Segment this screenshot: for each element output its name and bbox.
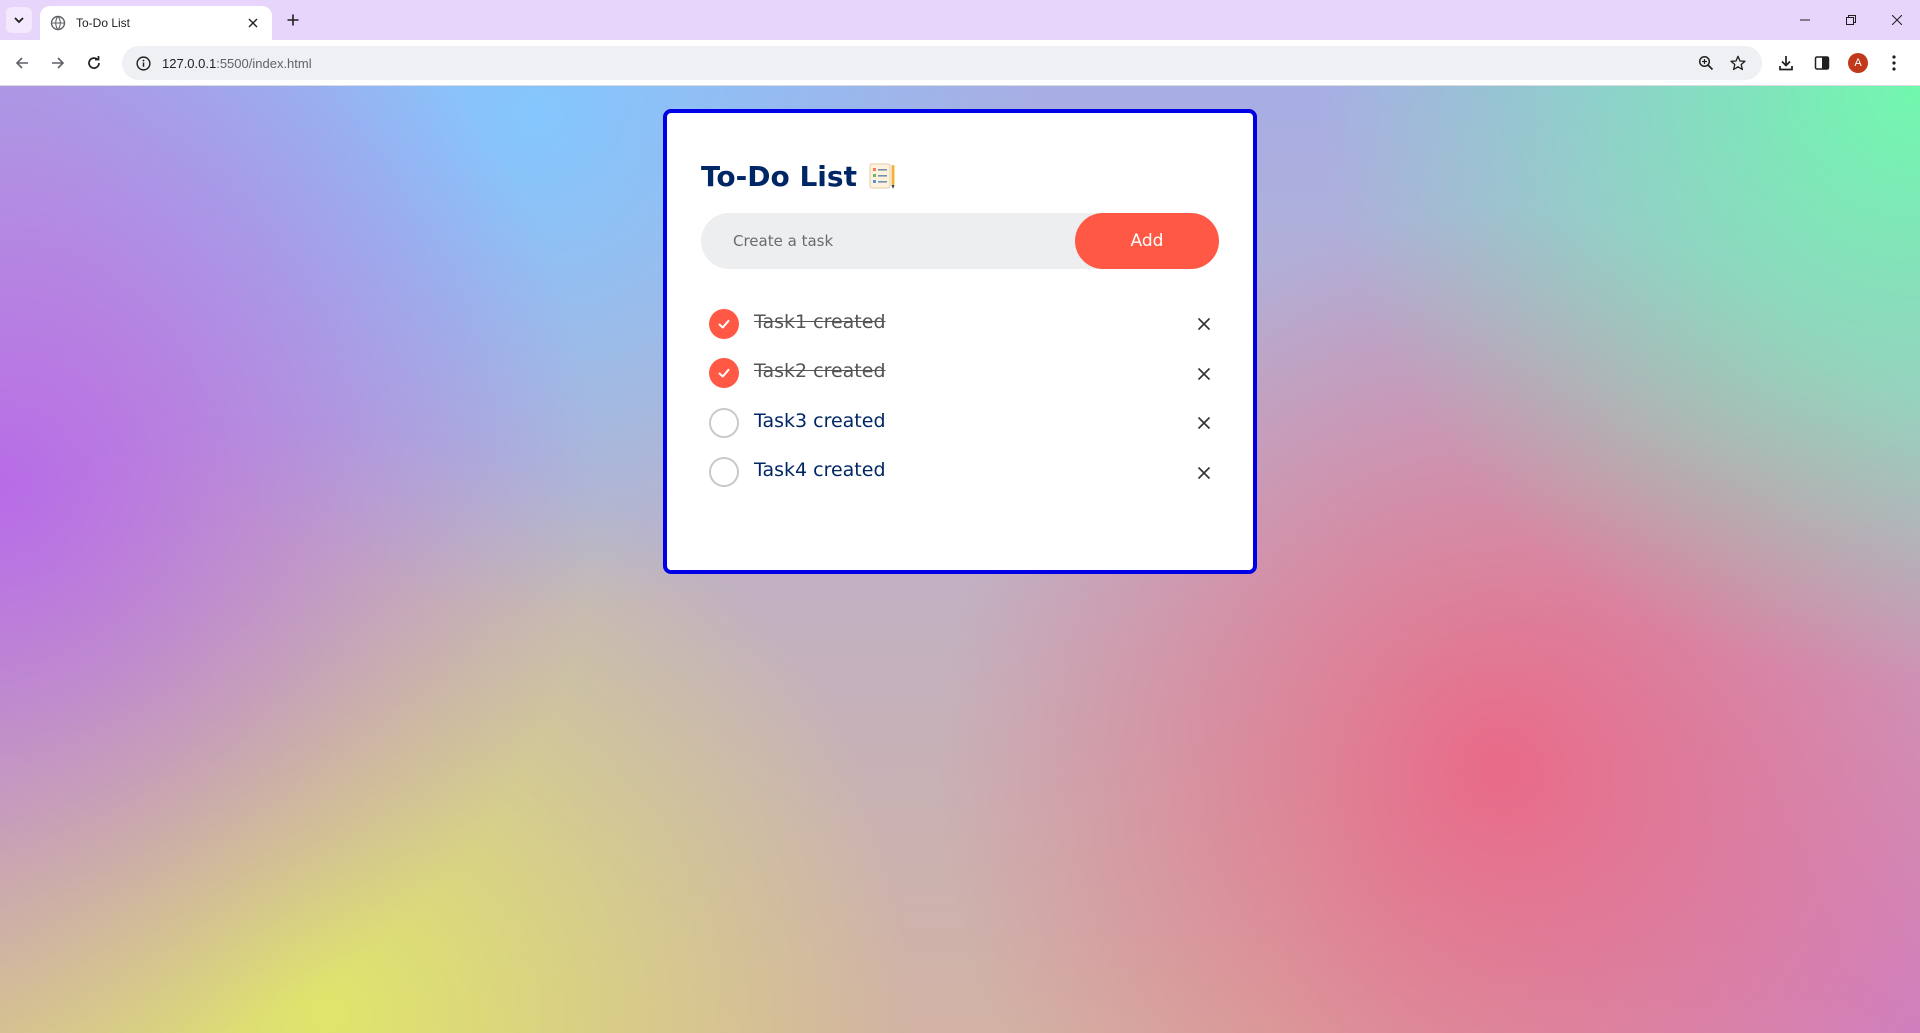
- tab-search-button[interactable]: [6, 7, 32, 33]
- task-item[interactable]: Task3 created: [701, 398, 1219, 448]
- title-text: To-Do List: [701, 159, 857, 193]
- url-host: 127.0.0.1: [162, 55, 217, 71]
- delete-task-button[interactable]: [1189, 458, 1219, 488]
- downloads-button[interactable]: [1768, 48, 1804, 78]
- restore-button[interactable]: [1828, 0, 1874, 40]
- reload-button[interactable]: [80, 49, 108, 77]
- download-icon: [1779, 56, 1793, 71]
- arrow-right-icon: [52, 57, 65, 69]
- page-background: To-Do List Add Task1 created Task2 create…: [0, 86, 1920, 1033]
- zoom-button[interactable]: [1690, 48, 1722, 78]
- task-label: Task2 created: [754, 360, 886, 383]
- bookmark-button[interactable]: [1722, 48, 1754, 78]
- close-icon: [1197, 317, 1211, 331]
- site-info-button[interactable]: [128, 48, 158, 78]
- arrow-left-icon: [15, 57, 28, 69]
- side-panel-icon: [1814, 56, 1830, 70]
- side-panel-button[interactable]: [1804, 48, 1840, 78]
- checked-checkbox[interactable]: [709, 358, 739, 389]
- zoom-icon: [1698, 55, 1714, 71]
- add-button[interactable]: Add: [1075, 213, 1219, 269]
- tab-close-button[interactable]: [244, 14, 262, 32]
- checked-checkbox[interactable]: [709, 308, 739, 339]
- star-icon: [1730, 55, 1746, 71]
- chevron-down-icon: [14, 17, 24, 24]
- close-icon: [1197, 466, 1211, 479]
- avatar: A: [1848, 53, 1868, 73]
- profile-button[interactable]: A: [1840, 48, 1876, 78]
- address-bar[interactable]: 127.0.0.1:5500/index.html: [122, 46, 1762, 80]
- forward-button[interactable]: [44, 49, 72, 77]
- active-tab[interactable]: To-Do List: [40, 6, 272, 40]
- window-controls: [1782, 0, 1920, 40]
- task-item[interactable]: Task1 created: [701, 299, 1219, 349]
- task-input[interactable]: [701, 213, 1075, 269]
- task-item[interactable]: Task4 created: [701, 448, 1219, 498]
- checkmark-icon: [718, 369, 730, 378]
- reload-icon: [88, 56, 100, 69]
- task-label: Task4 created: [754, 459, 886, 482]
- task-list: Task1 created Task2 created Task3 created T…: [701, 299, 1219, 497]
- checklist-icon: [869, 163, 895, 189]
- minimize-icon: [1800, 19, 1810, 21]
- delete-task-button[interactable]: [1189, 359, 1219, 389]
- checkmark-icon: [718, 319, 730, 329]
- unchecked-checkbox[interactable]: [709, 457, 739, 488]
- url-text[interactable]: 127.0.0.1:5500/index.html: [162, 56, 1690, 71]
- close-icon: [1197, 416, 1211, 430]
- info-icon: [135, 55, 151, 71]
- close-icon: [1892, 15, 1902, 25]
- more-vertical-icon: [1892, 55, 1896, 71]
- task-label: Task3 created: [754, 409, 886, 432]
- close-window-button[interactable]: [1874, 0, 1920, 40]
- menu-button[interactable]: [1876, 48, 1912, 78]
- page-title: To-Do List: [701, 159, 1219, 193]
- tab-strip: To-Do List: [0, 0, 1920, 40]
- new-tab-button[interactable]: [282, 9, 304, 31]
- todo-card: To-Do List Add Task1 created Task2 create…: [663, 109, 1257, 574]
- task-label: Task1 created: [754, 310, 886, 333]
- minimize-button[interactable]: [1782, 0, 1828, 40]
- plus-icon: [287, 14, 299, 26]
- delete-task-button[interactable]: [1189, 408, 1219, 438]
- close-icon: [1197, 367, 1211, 380]
- close-icon: [248, 18, 258, 28]
- unchecked-checkbox[interactable]: [709, 407, 739, 438]
- task-item[interactable]: Task2 created: [701, 349, 1219, 399]
- delete-task-button[interactable]: [1189, 309, 1219, 339]
- tab-title: To-Do List: [76, 16, 131, 30]
- back-button[interactable]: [8, 49, 36, 77]
- browser-toolbar: 127.0.0.1:5500/index.html A: [0, 40, 1920, 86]
- restore-icon: [1846, 15, 1856, 25]
- url-path: :5500/index.html: [216, 55, 312, 71]
- task-input-row: Add: [701, 213, 1219, 269]
- globe-icon: [50, 15, 66, 31]
